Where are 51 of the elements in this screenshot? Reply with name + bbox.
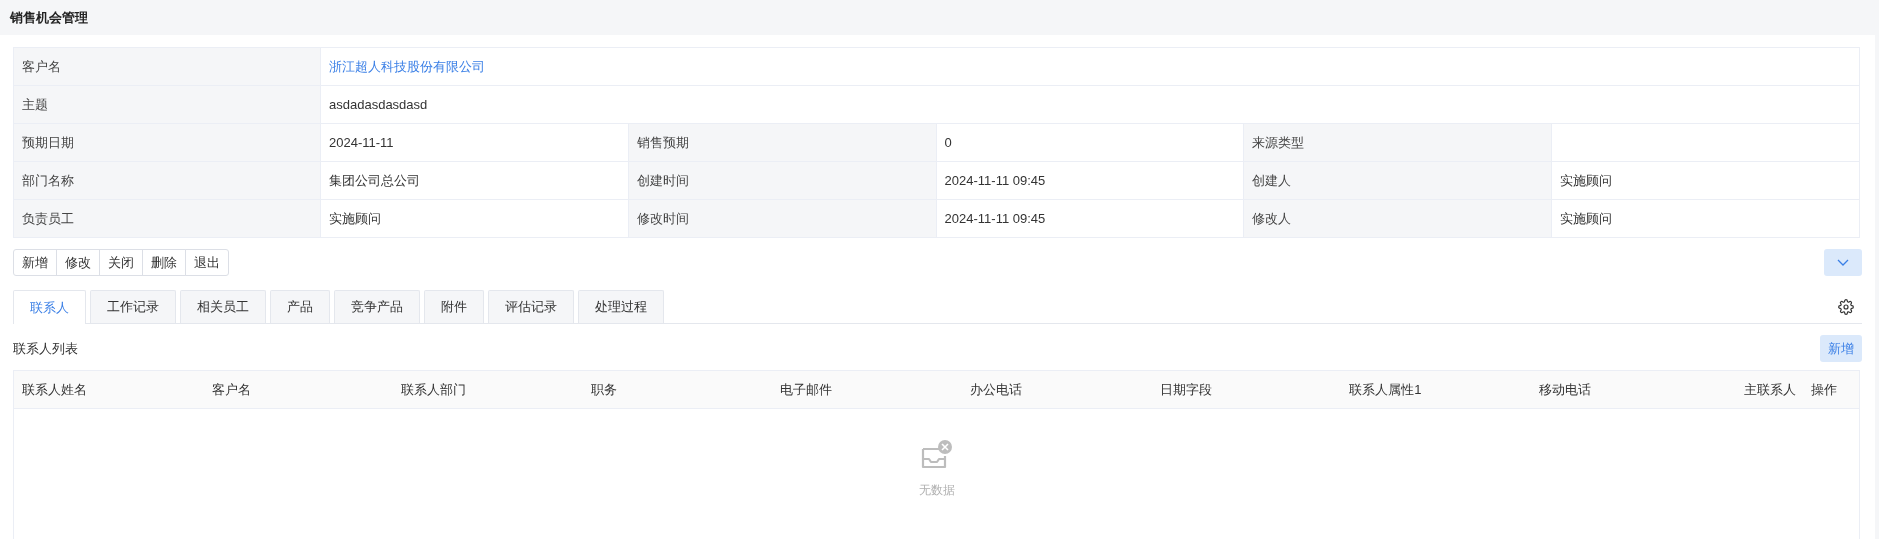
section-title: 联系人列表 [13, 339, 78, 358]
tab[interactable]: 附件 [424, 290, 484, 323]
column-header: 移动电话 [1538, 380, 1592, 399]
empty-text: 无数据 [918, 482, 955, 499]
field-value: 实施顾问 [1551, 199, 1860, 238]
column-header: 职务 [590, 380, 618, 399]
field-label: 修改人 [1243, 199, 1552, 238]
action-button[interactable]: 关闭 [99, 249, 143, 276]
action-button[interactable]: 退出 [185, 249, 229, 276]
tab[interactable]: 竞争产品 [334, 290, 420, 323]
chevron-down-icon [1837, 258, 1849, 267]
field-label: 修改时间 [628, 199, 937, 238]
tab[interactable]: 工作记录 [90, 290, 176, 323]
field-value: 2024-11-11 09:45 [936, 161, 1244, 200]
field-value: 实施顾问 [1551, 161, 1860, 200]
column-header: 电子邮件 [780, 380, 834, 399]
field-value: 2024-11-11 09:45 [936, 199, 1244, 238]
action-button[interactable]: 新增 [13, 249, 57, 276]
field-value: 集团公司总公司 [320, 161, 629, 200]
tab[interactable]: 评估记录 [488, 290, 574, 323]
column-header: 联系人属性1 [1349, 380, 1423, 399]
field-value: asdadasdasdasd [320, 85, 1860, 124]
field-label: 部门名称 [13, 161, 321, 200]
tab[interactable]: 产品 [270, 290, 330, 323]
field-label: 预期日期 [13, 123, 321, 162]
field-label: 客户名 [13, 47, 321, 86]
action-button[interactable]: 修改 [56, 249, 100, 276]
field-label: 销售预期 [628, 123, 937, 162]
field-label: 创建人 [1243, 161, 1552, 200]
field-value[interactable]: 浙江超人科技股份有限公司 [320, 47, 1860, 86]
field-label: 来源类型 [1243, 123, 1552, 162]
tab[interactable]: 联系人 [13, 290, 86, 324]
field-label: 创建时间 [628, 161, 937, 200]
tab[interactable]: 处理过程 [578, 290, 664, 323]
field-value: 2024-11-11 [320, 123, 629, 162]
column-header: 联系人部门 [401, 380, 468, 399]
field-value: 0 [936, 123, 1244, 162]
field-label: 主题 [13, 85, 321, 124]
column-header: 联系人姓名 [22, 380, 88, 399]
action-button[interactable]: 删除 [142, 249, 186, 276]
column-header: 主联系人 [1743, 380, 1797, 399]
field-label: 负责员工 [13, 199, 321, 238]
column-header: 日期字段 [1159, 380, 1213, 399]
column-header: 客户名 [211, 380, 252, 399]
column-header: 操作 [1811, 380, 1838, 399]
field-value: 实施顾问 [320, 199, 629, 238]
column-header: 办公电话 [969, 380, 1023, 399]
tab[interactable]: 相关员工 [180, 290, 266, 323]
empty-inbox-icon [919, 439, 954, 471]
page-title: 销售机会管理 [10, 8, 88, 27]
settings-icon[interactable] [1838, 299, 1854, 315]
